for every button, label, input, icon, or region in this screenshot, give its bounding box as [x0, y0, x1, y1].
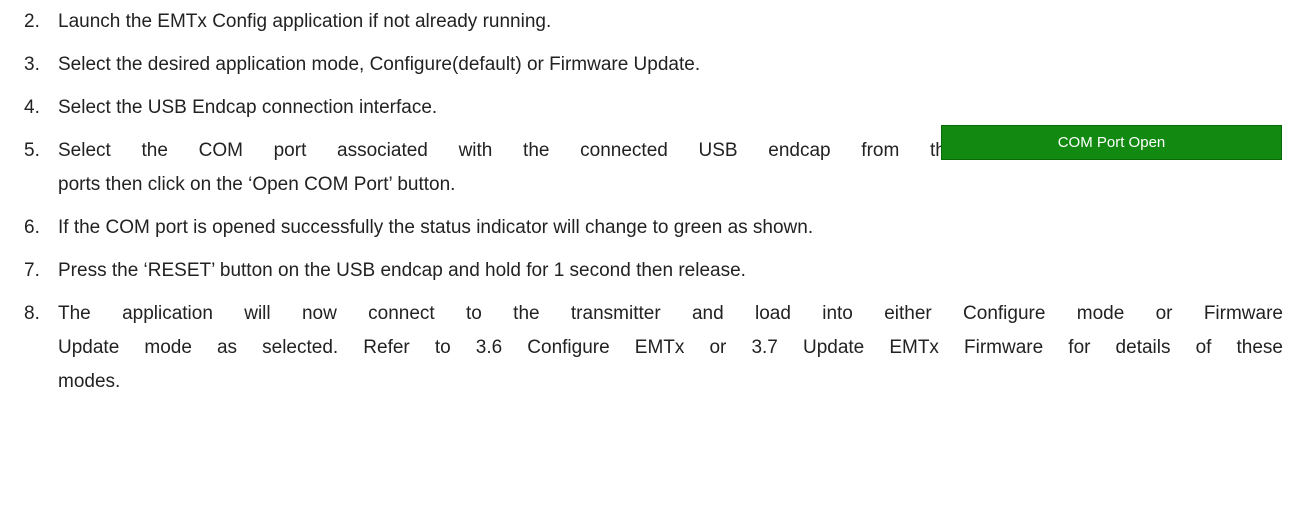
- instruction-document: 2. Launch the EMTx Config application if…: [0, 0, 1297, 515]
- step-text: Select the desired application mode, Con…: [58, 54, 701, 75]
- status-label: COM Port Open: [1057, 134, 1166, 151]
- step-number: 6.: [24, 217, 40, 238]
- step-number: 5.: [24, 140, 40, 161]
- step-text-line-1: The application will now connect to the …: [58, 303, 1283, 324]
- step-text: Select the USB Endcap connection interfa…: [58, 97, 438, 118]
- step-number: 7.: [24, 260, 40, 281]
- step-number: 2.: [24, 11, 40, 32]
- step-text-line-2: Update mode as selected. Refer to 3.6 Co…: [58, 337, 1283, 358]
- step-text-line-2: ports then click on the ‘Open COM Port’ …: [58, 174, 456, 195]
- com-port-status-indicator: COM Port Open: [941, 125, 1282, 160]
- step-text: Press the ‘RESET’ button on the USB endc…: [58, 260, 746, 281]
- step-number: 4.: [24, 97, 40, 118]
- step-number: 8.: [24, 303, 40, 324]
- step-number: 3.: [24, 54, 40, 75]
- step-text: If the COM port is opened successfully t…: [58, 217, 814, 238]
- step-text-line-3: modes.: [58, 371, 121, 392]
- step-text: Launch the EMTx Config application if no…: [58, 11, 552, 32]
